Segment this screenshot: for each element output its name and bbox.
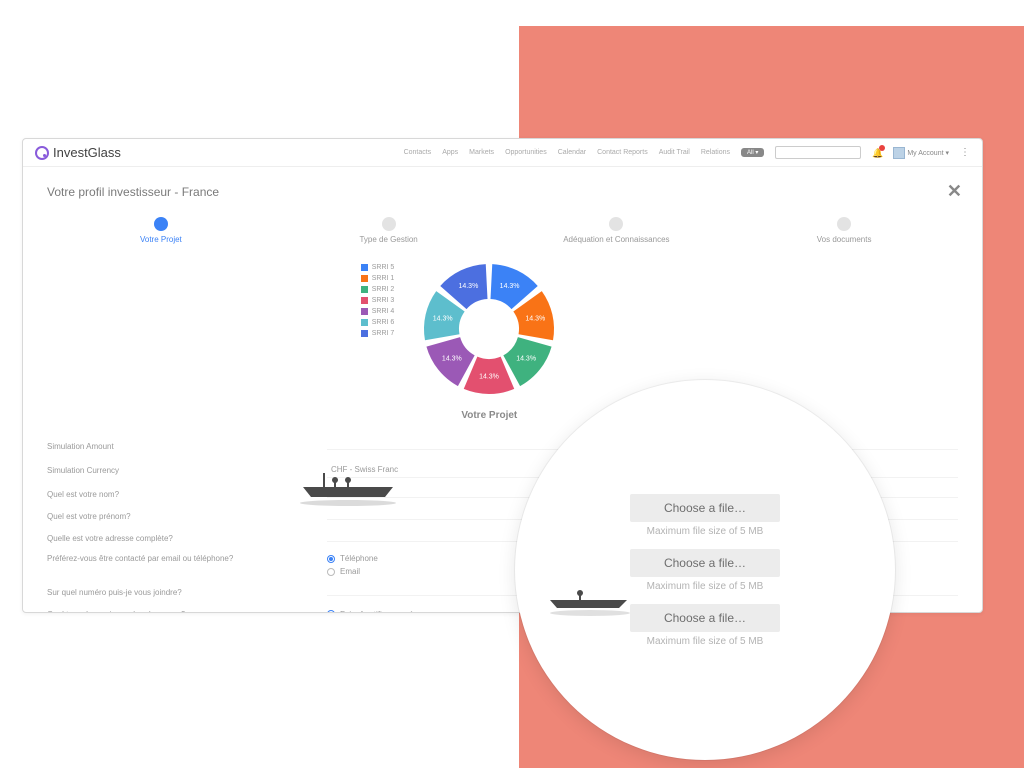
nav-opportunities[interactable]: Opportunities <box>505 149 547 156</box>
boat-illustration <box>293 459 403 509</box>
field-label: Quel est votre prénom? <box>47 512 327 521</box>
legend-item: SRRI 6 <box>361 319 395 326</box>
legend-item: SRRI 4 <box>361 308 395 315</box>
legend-item: SRRI 7 <box>361 330 395 337</box>
radio-email[interactable]: Email <box>327 567 378 576</box>
notifications-icon[interactable]: 🔔 <box>872 148 882 158</box>
donut-chart: 14.3% 14.3% 14.3% 14.3% 14.3% 14.3% 14.3% <box>414 254 564 404</box>
account-menu[interactable]: My Account ▾ <box>893 147 949 159</box>
field-label: Quel type de service recherchez vous? <box>47 610 327 614</box>
legend-item: SRRI 2 <box>361 286 395 293</box>
legend-item: SRRI 5 <box>361 264 395 271</box>
svg-text:14.3%: 14.3% <box>433 315 453 322</box>
section-heading: Votre Projet <box>461 410 517 421</box>
upload-hint: Maximum file size of 5 MB <box>647 526 764 537</box>
chart-legend: SRRI 5 SRRI 1 SRRI 2 SRRI 3 SRRI 4 SRRI … <box>361 264 395 337</box>
upload-hint: Maximum file size of 5 MB <box>647 636 764 647</box>
account-label: My Account ▾ <box>907 149 949 156</box>
nav-contact-reports[interactable]: Contact Reports <box>597 149 648 156</box>
field-label: Sur quel numéro puis-je vous joindre? <box>47 588 327 597</box>
nav-markets[interactable]: Markets <box>469 149 494 156</box>
svg-text:14.3%: 14.3% <box>479 374 499 381</box>
step-votre-projet[interactable]: Votre Projet <box>47 217 275 244</box>
zoom-detail-overlay: Choose a file… Maximum file size of 5 MB… <box>515 380 895 760</box>
field-label: Quelle est votre adresse complète? <box>47 534 327 543</box>
wizard-stepper: Votre Projet Type de Gestion Adéquation … <box>47 217 958 244</box>
chart-area: SRRI 5 SRRI 1 SRRI 2 SRRI 3 SRRI 4 SRRI … <box>47 254 958 421</box>
more-menu-icon[interactable]: ⋮ <box>960 147 970 158</box>
nav-contacts[interactable]: Contacts <box>404 149 432 156</box>
radio-telephone[interactable]: Téléphone <box>327 554 378 563</box>
field-label: Simulation Amount <box>47 442 327 451</box>
avatar-icon <box>893 147 905 159</box>
search-input[interactable] <box>775 146 861 159</box>
step-adequation[interactable]: Adéquation et Connaissances <box>503 217 731 244</box>
field-label: Simulation Currency <box>47 466 327 475</box>
brand-logo-icon <box>35 146 49 160</box>
radio-service-type[interactable]: Faire fructifier mon épargne <box>327 610 438 614</box>
primary-nav: Contacts Apps Markets Opportunities Cale… <box>404 146 970 159</box>
choose-file-button[interactable]: Choose a file… <box>630 494 780 522</box>
page-title: Votre profil investisseur - France <box>47 185 958 199</box>
legend-item: SRRI 3 <box>361 297 395 304</box>
nav-audit-trail[interactable]: Audit Trail <box>659 149 690 156</box>
brand-name: InvestGlass <box>53 145 121 160</box>
svg-text:14.3%: 14.3% <box>459 283 479 290</box>
close-icon[interactable]: ✕ <box>947 181 962 202</box>
top-nav-bar: InvestGlass Contacts Apps Markets Opport… <box>23 139 982 167</box>
legend-item: SRRI 1 <box>361 275 395 282</box>
choose-file-button[interactable]: Choose a file… <box>630 549 780 577</box>
filter-dropdown[interactable]: All ▾ <box>741 148 764 157</box>
step-label: Votre Projet <box>140 235 182 244</box>
svg-text:14.3%: 14.3% <box>442 356 462 363</box>
boat-illustration-small <box>545 578 635 618</box>
field-label: Quel est votre nom? <box>47 490 327 499</box>
upload-hint: Maximum file size of 5 MB <box>647 581 764 592</box>
nav-calendar[interactable]: Calendar <box>558 149 586 156</box>
step-vos-documents[interactable]: Vos documents <box>730 217 958 244</box>
svg-text:14.3%: 14.3% <box>516 356 536 363</box>
choose-file-button[interactable]: Choose a file… <box>630 604 780 632</box>
step-type-gestion[interactable]: Type de Gestion <box>275 217 503 244</box>
nav-apps[interactable]: Apps <box>442 149 458 156</box>
field-label: Préférez-vous être contacté par email ou… <box>47 554 327 563</box>
step-label: Type de Gestion <box>359 235 417 244</box>
svg-text:14.3%: 14.3% <box>500 283 520 290</box>
step-label: Vos documents <box>817 235 872 244</box>
nav-relations[interactable]: Relations <box>701 149 730 156</box>
brand[interactable]: InvestGlass <box>35 145 121 160</box>
step-label: Adéquation et Connaissances <box>563 235 669 244</box>
svg-text:14.3%: 14.3% <box>526 315 546 322</box>
